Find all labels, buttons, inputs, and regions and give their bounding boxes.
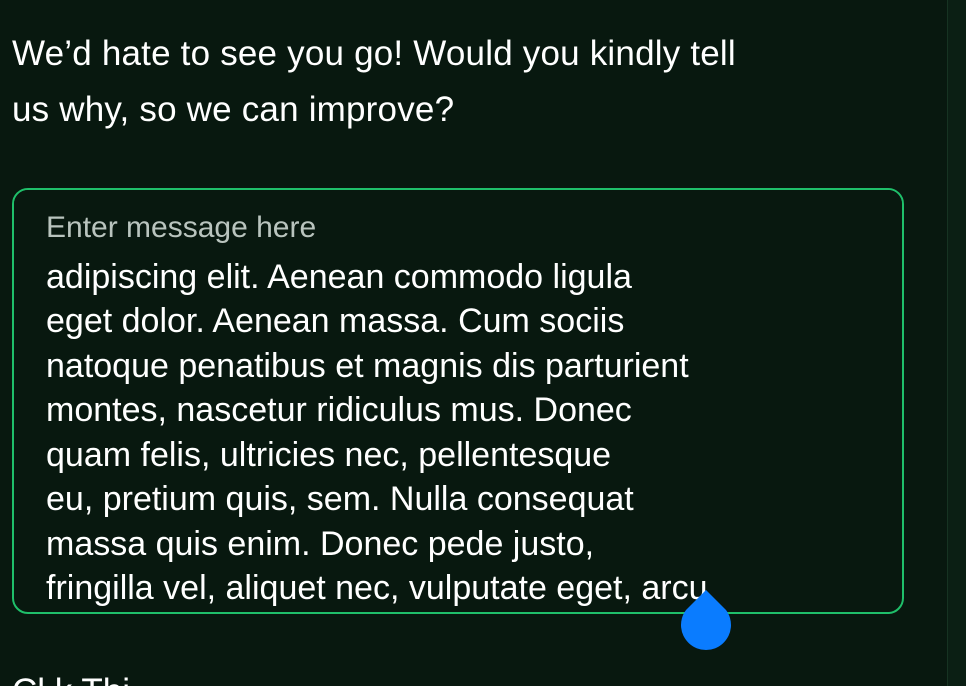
message-textarea[interactable]: Enter message here Lorem ipsum dolor sit… bbox=[12, 188, 904, 614]
message-text[interactable]: Lorem ipsum dolor sit amet, consectetuer… bbox=[46, 210, 846, 611]
next-section-heading: Cl k Thi bbox=[12, 670, 130, 686]
message-field-label: Enter message here bbox=[46, 208, 321, 248]
feedback-prompt-line2: us why, so we can improve? bbox=[12, 90, 455, 129]
cancellation-feedback-panel: We’d hate to see you go! Would you kindl… bbox=[0, 0, 948, 686]
window-edge bbox=[947, 0, 966, 686]
text-cursor-handle-icon[interactable] bbox=[678, 588, 734, 656]
feedback-prompt-line1: We’d hate to see you go! Would you kindl… bbox=[12, 34, 736, 73]
feedback-prompt: We’d hate to see you go! Would you kindl… bbox=[12, 26, 912, 138]
